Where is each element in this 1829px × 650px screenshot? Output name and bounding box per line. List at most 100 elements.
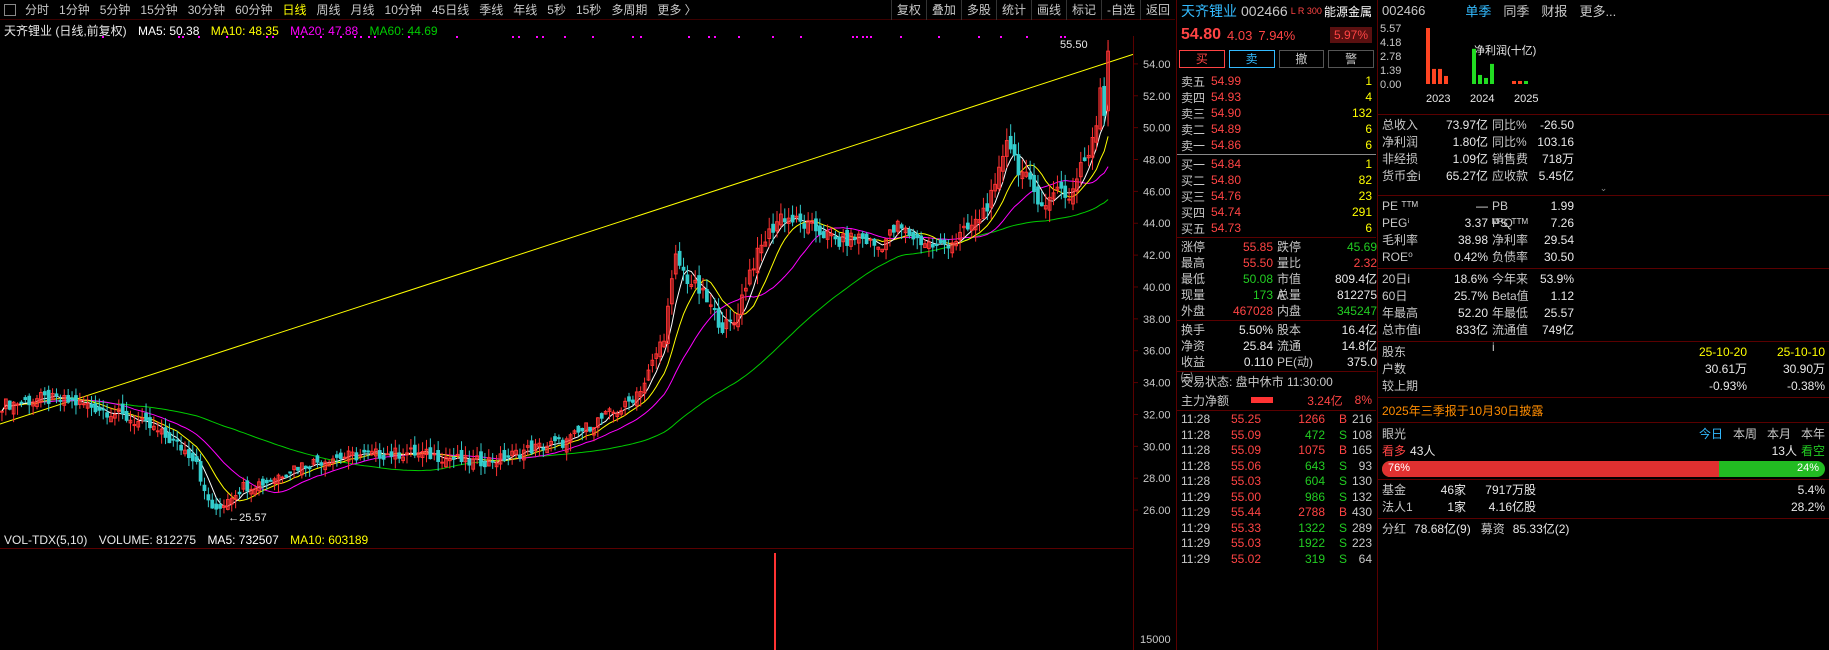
period-tab[interactable]: 年线 <box>508 0 542 20</box>
candle <box>806 212 811 235</box>
stat-value: 809.4亿 <box>1334 272 1377 286</box>
candle <box>424 439 429 463</box>
stat-value: 14.8亿 <box>1341 339 1377 353</box>
period-tab[interactable]: 季线 <box>474 0 508 20</box>
period-toolbar: 分时 1分钟 5分钟 15分钟 30分钟 60分钟 日线 周线 月线 10分钟 45日线 季线 年线 5秒… <box>0 0 1175 20</box>
finance-tab[interactable]: 单季 <box>1465 1 1491 20</box>
candle <box>654 347 659 369</box>
report-notice[interactable]: 2025年三季报于10月30日披露 <box>1378 400 1829 420</box>
toolbar-button[interactable]: 统计 <box>995 0 1031 20</box>
stock-name[interactable]: 天齐锂业 <box>1181 1 1237 21</box>
period-tab[interactable]: 分时 <box>20 0 54 20</box>
toolbar-button[interactable]: 复权 <box>890 0 926 20</box>
period-tab[interactable]: 更多 〉 <box>652 0 701 20</box>
buy-button[interactable]: 买 <box>1179 50 1225 68</box>
signal-dot <box>632 36 634 38</box>
tick-count: 108 <box>1351 427 1372 442</box>
fin-label: 年最低 <box>1492 306 1529 320</box>
toolbar-button[interactable]: 标记 <box>1065 0 1101 20</box>
tick-price: 55.33 <box>1231 520 1262 535</box>
orderbook-row[interactable]: 买一 54.84 1 <box>1177 156 1376 172</box>
period-tab[interactable]: 60分钟 <box>230 0 277 20</box>
orderbook-row[interactable]: 买二 54.80 82 <box>1177 172 1376 188</box>
fin-label: 毛利率 <box>1382 233 1419 247</box>
level-label: 买五 <box>1181 221 1206 236</box>
finance-tab[interactable]: 财报 <box>1541 1 1567 20</box>
period-tab[interactable]: 周线 <box>311 0 345 20</box>
candle <box>15 402 20 415</box>
tick-side: S <box>1338 489 1347 504</box>
cancel-order-button[interactable]: 撤 <box>1278 50 1325 68</box>
toolbar-button[interactable]: -自选 <box>1100 0 1140 20</box>
candle <box>1098 78 1103 131</box>
period-tab[interactable]: 15秒 <box>571 0 606 20</box>
signal-dot <box>182 36 184 38</box>
volume-chart[interactable] <box>0 548 1133 650</box>
candle <box>993 173 997 198</box>
period-tab[interactable]: 10分钟 <box>380 0 427 20</box>
panel-toggle-icon[interactable] <box>4 3 16 16</box>
level-volume: 23 <box>1358 189 1372 203</box>
tick-price: 55.09 <box>1231 443 1262 457</box>
holders-row: 户数 30.61万 30.90万 <box>1378 361 1829 378</box>
candle <box>366 444 370 460</box>
period-tab[interactable]: 5分钟 <box>95 0 136 20</box>
orderbook-row[interactable]: 卖一 54.86 6 <box>1177 137 1376 153</box>
sentiment-tab[interactable]: 本月 <box>1767 425 1791 443</box>
period-tab[interactable]: 30分钟 <box>183 0 230 20</box>
sentiment-tab[interactable]: 本周 <box>1733 425 1757 443</box>
candle <box>237 487 242 499</box>
period-tab[interactable]: 日线 <box>277 0 311 20</box>
level-label: 买一 <box>1181 157 1206 172</box>
period-tab[interactable]: 1分钟 <box>54 0 95 20</box>
orderbook-row[interactable]: 买四 54.74 291 <box>1177 204 1376 220</box>
period-tab[interactable]: 多周期 <box>606 0 652 20</box>
period-tab[interactable]: 45日线 <box>427 0 474 20</box>
period-tab[interactable]: 月线 <box>346 0 380 20</box>
bear-pct: 24% <box>1796 462 1819 474</box>
candle <box>299 462 304 479</box>
toolbar-button[interactable]: 多股 <box>960 0 996 20</box>
price-change-pct: 7.94% <box>1258 27 1296 43</box>
orderbook-row[interactable]: 卖二 54.89 6 <box>1177 121 1376 137</box>
orderbook-row[interactable]: 买三 54.76 23 <box>1177 188 1376 204</box>
toolbar-button[interactable]: 画线 <box>1030 0 1066 20</box>
orderbook-row[interactable]: 卖五 54.99 1 <box>1177 73 1376 89</box>
candle <box>888 229 892 247</box>
finance-tab[interactable]: 同季 <box>1503 1 1529 20</box>
finance-tab[interactable]: 更多... <box>1579 1 1616 20</box>
stat-label: 外盘 <box>1181 304 1206 318</box>
candle <box>564 436 569 461</box>
toolbar-button[interactable]: 叠加 <box>925 0 961 20</box>
fin-value: 18.6% <box>1453 272 1488 286</box>
signal-dot <box>938 36 940 38</box>
expand-chevron-icon[interactable]: ⌄ <box>1378 184 1829 193</box>
orderbook-row[interactable]: 卖四 54.93 4 <box>1177 89 1376 105</box>
candle <box>1032 163 1036 204</box>
signal-dot <box>862 36 864 38</box>
alert-button[interactable]: 警 <box>1328 50 1374 68</box>
orderbook-row[interactable]: 卖三 54.90 132 <box>1177 105 1376 121</box>
tick-list[interactable]: 11:28 55.25 1266 B 216 11:28 55.09 472 S 108 11:28… <box>1177 412 1376 567</box>
orderbook-row[interactable]: 买五 54.73 6 <box>1177 220 1376 236</box>
candle <box>463 446 468 471</box>
candle <box>389 443 394 464</box>
candle <box>62 389 67 412</box>
signal-dot <box>226 36 228 38</box>
stat-value: 50.08 <box>1242 272 1273 286</box>
period-tab[interactable]: 5秒 <box>542 0 571 20</box>
signal-dot <box>178 36 180 38</box>
toolbar-button[interactable]: 返回 <box>1139 0 1175 20</box>
bear-label: 看空 <box>1800 444 1825 458</box>
sector-name[interactable]: 能源金属 <box>1324 3 1372 20</box>
candle <box>965 214 970 232</box>
sentiment-tab[interactable]: 本年 <box>1801 425 1825 443</box>
sentiment-tab[interactable]: 今日 <box>1699 425 1723 443</box>
candle <box>529 435 534 456</box>
candle <box>490 453 495 469</box>
candle <box>66 388 71 404</box>
candlestick-chart[interactable]: 26.00 28.00 30.00 32.00 34.00 36.00 38.00 40.00… <box>0 36 1175 530</box>
candle <box>222 499 226 514</box>
sell-button[interactable]: 卖 <box>1228 50 1275 68</box>
period-tab[interactable]: 15分钟 <box>135 0 182 20</box>
